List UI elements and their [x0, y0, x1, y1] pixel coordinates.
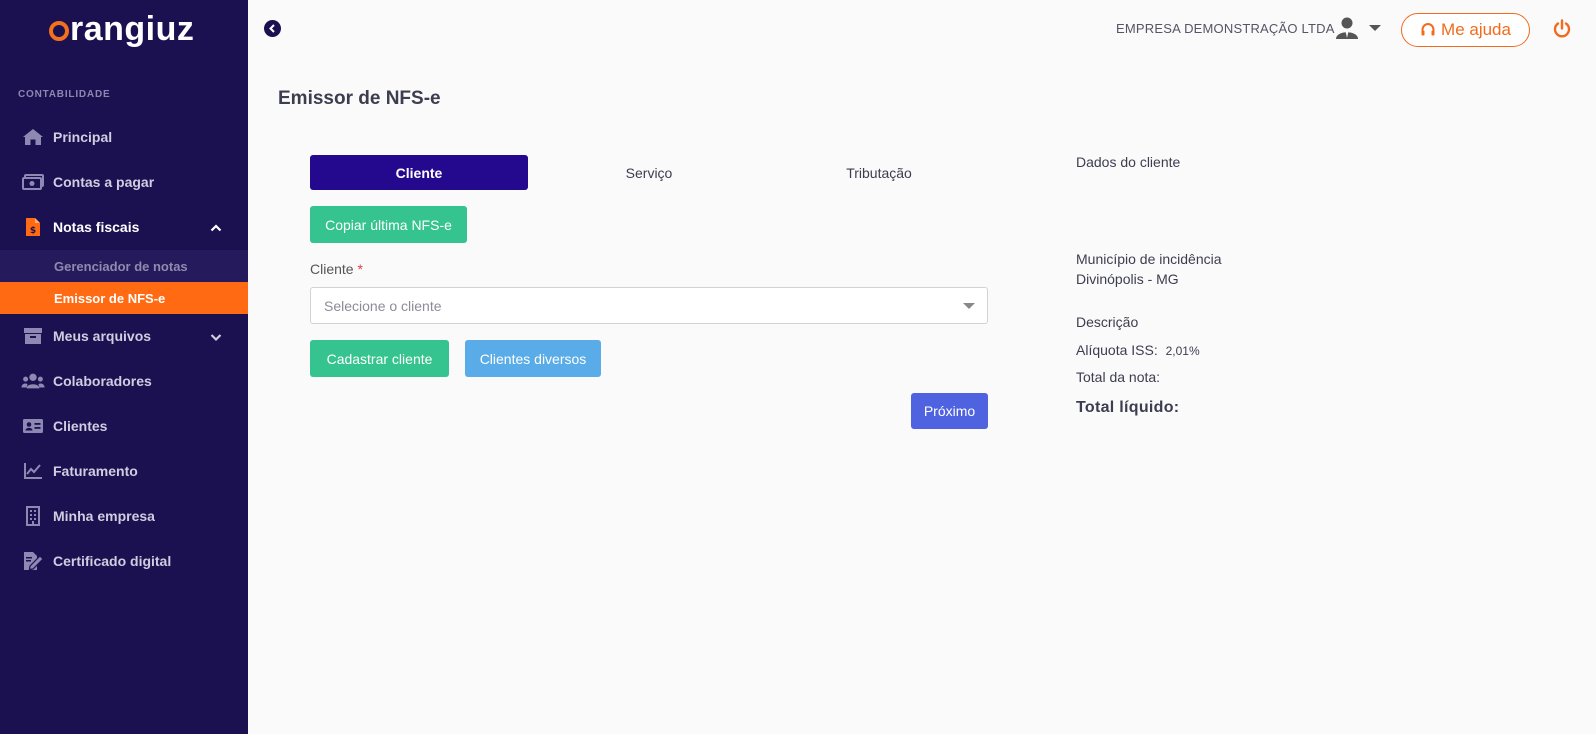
- page-title: Emissor de NFS-e: [278, 88, 441, 109]
- app-logo[interactable]: rangiuz: [49, 10, 194, 49]
- sidebar-item-label: Minha empresa: [53, 508, 155, 524]
- sidebar-item-contas-a-pagar[interactable]: Contas a pagar: [0, 164, 248, 200]
- building-icon: [21, 506, 45, 526]
- chevron-down-icon: [210, 329, 222, 345]
- summary-aliquota: Alíquota ISS: 2,01%: [1076, 342, 1200, 358]
- summary-heading: Dados do cliente: [1076, 154, 1181, 170]
- summary-aliquota-label: Alíquota ISS:: [1076, 342, 1158, 358]
- required-mark: *: [357, 261, 363, 277]
- summary-liquido-label: Total líquido:: [1076, 399, 1180, 416]
- summary-municipio-label: Município de incidência: [1076, 251, 1222, 267]
- summary-total-label: Total da nota:: [1076, 369, 1161, 385]
- client-select[interactable]: Selecione o cliente: [310, 287, 988, 324]
- archive-icon: [21, 326, 45, 346]
- summary-aliquota-value: 2,01%: [1165, 344, 1200, 358]
- help-button[interactable]: Me ajuda: [1401, 13, 1530, 47]
- home-icon: [21, 127, 45, 147]
- svg-text:$: $: [30, 226, 36, 236]
- step-servico[interactable]: Serviço: [540, 155, 758, 190]
- sidebar-item-label: Clientes: [53, 418, 108, 434]
- step-label: Serviço: [625, 164, 673, 181]
- register-client-button[interactable]: Cadastrar cliente: [310, 340, 449, 377]
- users-icon: [21, 371, 45, 391]
- sidebar-item-label: Certificado digital: [53, 553, 172, 569]
- power-icon: [1553, 19, 1571, 38]
- id-card-icon: [21, 416, 45, 436]
- next-button[interactable]: Próximo: [911, 393, 988, 429]
- certificate-icon: [21, 551, 45, 571]
- chart-line-icon: [21, 461, 45, 481]
- sidebar-item-label: Principal: [53, 129, 113, 145]
- sidebar: rangiuz CONTABILIDADE Principal Contas a…: [0, 0, 248, 734]
- logo-o-icon: [49, 21, 69, 41]
- summary-municipio-value: Divinópolis - MG: [1076, 271, 1179, 287]
- sidebar-item-clientes[interactable]: Clientes: [0, 408, 248, 444]
- sidebar-item-label: Colaboradores: [53, 373, 152, 389]
- sidebar-item-colaboradores[interactable]: Colaboradores: [0, 363, 248, 399]
- sidebar-item-minha-empresa[interactable]: Minha empresa: [0, 498, 248, 534]
- logout-button[interactable]: [1552, 19, 1572, 39]
- sidebar-subitem-label: Gerenciador de notas: [54, 258, 188, 274]
- user-menu[interactable]: [1334, 15, 1382, 41]
- company-name: EMPRESA DEMONSTRAÇÃO LTDA: [1116, 21, 1335, 36]
- client-select-placeholder: Selecione o cliente: [324, 297, 442, 314]
- user-avatar-icon: [1336, 17, 1358, 39]
- logo-text: rangiuz: [70, 10, 195, 48]
- sidebar-collapse-button[interactable]: [264, 20, 281, 37]
- sidebar-subitem-emissor[interactable]: Emissor de NFS-e: [0, 282, 248, 314]
- money-icon: [21, 172, 45, 192]
- sidebar-item-notas-fiscais[interactable]: $ Notas fiscais: [0, 209, 248, 245]
- sidebar-item-label: Meus arquivos: [53, 328, 152, 344]
- sidebar-item-faturamento[interactable]: Faturamento: [0, 453, 248, 489]
- sidebar-item-label: Faturamento: [53, 463, 138, 479]
- sidebar-item-principal[interactable]: Principal: [0, 119, 248, 155]
- various-clients-button[interactable]: Clientes diversos: [465, 340, 601, 377]
- sidebar-item-meus-arquivos[interactable]: Meus arquivos: [0, 318, 248, 354]
- sidebar-item-label: Notas fiscais: [53, 219, 140, 235]
- copy-last-nfse-button[interactable]: Copiar última NFS-e: [310, 206, 467, 243]
- step-label: Tributação: [846, 164, 912, 181]
- step-tributacao[interactable]: Tributação: [770, 155, 988, 190]
- client-label-text: Cliente: [310, 261, 354, 277]
- client-field-label: Cliente *: [310, 261, 363, 277]
- dropdown-arrow-icon: [963, 303, 975, 309]
- headset-icon: [1421, 22, 1435, 36]
- help-button-label: Me ajuda: [1441, 20, 1511, 39]
- invoice-icon: $: [21, 217, 45, 237]
- sidebar-subitem-label: Emissor de NFS-e: [54, 290, 166, 306]
- chevron-left-icon: [269, 24, 275, 33]
- chevron-up-icon: [210, 220, 222, 236]
- sidebar-section-label: CONTABILIDADE: [18, 89, 111, 100]
- step-cliente[interactable]: Cliente: [310, 155, 528, 190]
- step-label: Cliente: [395, 164, 443, 181]
- summary-descricao-label: Descrição: [1076, 314, 1139, 330]
- sidebar-subitem-gerenciador[interactable]: Gerenciador de notas: [0, 250, 248, 282]
- caret-down-icon: [1369, 25, 1381, 31]
- sidebar-item-certificado-digital[interactable]: Certificado digital: [0, 543, 248, 579]
- sidebar-item-label: Contas a pagar: [53, 174, 155, 190]
